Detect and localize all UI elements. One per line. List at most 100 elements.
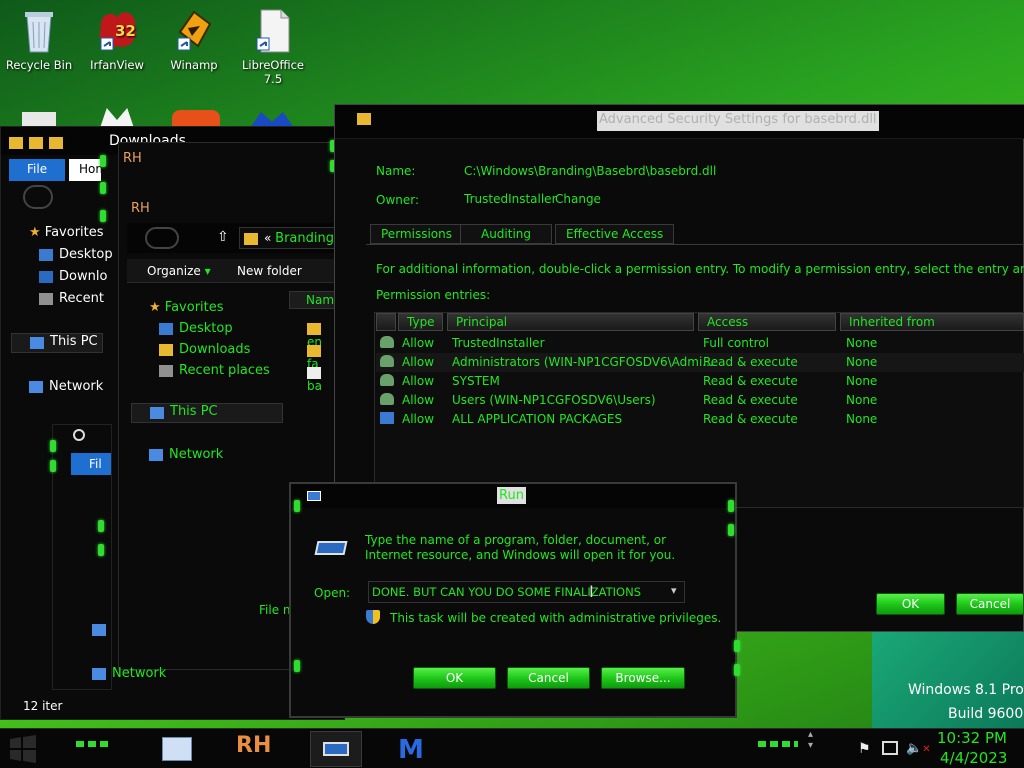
run-ok-button[interactable]: OK: [413, 667, 496, 689]
run-large-icon: [314, 541, 348, 555]
address-bar[interactable]: « Branding: [239, 227, 339, 249]
run-icon: [307, 491, 321, 501]
name-label: Name:: [376, 164, 416, 178]
control-panel-icon: [162, 737, 192, 761]
downloads-icon: [39, 270, 53, 283]
network-tray-icon[interactable]: [882, 741, 898, 755]
recent-places-icon: [159, 364, 173, 377]
run-browse-button[interactable]: Browse...: [601, 667, 685, 689]
network-icon: [29, 380, 43, 393]
volume-muted-icon[interactable]: 🔈✕: [906, 741, 931, 756]
desktop-icon: [39, 248, 53, 261]
taskbar-app-malwarebytes[interactable]: M: [394, 733, 434, 765]
chevron-down-icon[interactable]: ▾: [671, 584, 677, 597]
nav-desktop[interactable]: Desktop: [159, 321, 233, 336]
users-icon: [380, 374, 394, 386]
column-header-inherited[interactable]: Inherited from: [840, 313, 1024, 331]
tab-underline: [366, 244, 1024, 245]
info-text: For additional information, double-click…: [376, 262, 1024, 276]
app-packages-icon: [380, 412, 394, 424]
file-icon: [307, 366, 321, 379]
nav-this-pc[interactable]: This PC: [11, 333, 103, 353]
change-owner-link[interactable]: Change: [555, 192, 601, 206]
ribbon-tab-home[interactable]: Hom: [69, 159, 101, 181]
clock-date[interactable]: 4/4/2023: [940, 749, 1007, 767]
recent-places-icon: [39, 292, 53, 305]
permission-row[interactable]: Allow SYSTEM Read & execute None: [376, 372, 1024, 391]
nav-favorites[interactable]: ★ Favorites: [149, 300, 224, 315]
name-value: C:\Windows\Branding\Basebrd\basebrd.dll: [464, 164, 717, 178]
open-input[interactable]: DONE. BUT CAN YOU DO SOME FINALIZATIONS: [372, 585, 641, 599]
desktop-icon-libreoffice[interactable]: LibreOffice 7.5: [239, 6, 307, 86]
folder-icon: [307, 344, 321, 357]
taskbar-app-run[interactable]: [310, 731, 362, 767]
malwarebytes-icon: M: [398, 735, 424, 765]
tray-overflow-chevron-icon[interactable]: ▴ ▾: [808, 729, 813, 751]
security-cancel-button[interactable]: Cancel: [956, 593, 1024, 615]
open-combobox[interactable]: DONE. BUT CAN YOU DO SOME FINALIZATIONS …: [368, 581, 685, 603]
ribbon-tab-file[interactable]: File: [9, 159, 65, 181]
desktop-icon-winamp[interactable]: Winamp: [160, 6, 228, 72]
action-center-flag-icon[interactable]: ⚑: [858, 741, 871, 757]
nav-back-button[interactable]: [23, 185, 53, 209]
new-folder-button[interactable]: New folder: [237, 264, 302, 278]
irfanview-badge: 32: [115, 22, 136, 40]
permission-row[interactable]: Allow ALL APPLICATION PACKAGES Read & ex…: [376, 410, 1024, 429]
permission-row[interactable]: Allow TrustedInstaller Full control None: [376, 334, 1024, 353]
rh-app-label: RH: [236, 733, 272, 758]
taskbar-app-control-panel[interactable]: [158, 733, 198, 765]
folder-icon: [244, 232, 258, 245]
desktop-icon-label: Recycle Bin: [5, 58, 73, 72]
nav-recent-places[interactable]: Recent places: [159, 363, 270, 378]
status-item-count: 12 iter: [23, 699, 63, 713]
quick-access-icons[interactable]: [9, 135, 99, 149]
uac-shield-icon: [366, 610, 380, 624]
computer-icon: [92, 624, 106, 636]
column-header-access[interactable]: Access: [698, 313, 836, 331]
nav-favorites[interactable]: ★ Favorites: [29, 225, 104, 240]
nav-desktop[interactable]: Desktop: [39, 247, 113, 262]
nav-downloads[interactable]: Downloads: [159, 342, 250, 357]
nav-network[interactable]: Network: [149, 447, 223, 462]
star-icon: ★: [29, 225, 41, 240]
organize-menu[interactable]: Organize ▾: [147, 264, 211, 278]
nav-recent[interactable]: Recent: [39, 291, 104, 306]
window-title: Advanced Security Settings for basebrd.d…: [597, 111, 879, 131]
desktop-icon-label: Winamp: [170, 58, 218, 72]
up-arrow-icon[interactable]: ⇧: [217, 229, 229, 245]
nav-network[interactable]: Network: [29, 379, 103, 394]
permission-row[interactable]: Allow Users (WIN-NP1CGFOSDV6\Users) Read…: [376, 391, 1024, 410]
nav-downloads[interactable]: Downlo: [39, 269, 107, 284]
ribbon-tab-file[interactable]: Fil: [71, 453, 111, 475]
column-header-icon[interactable]: [376, 313, 396, 331]
run-description: Type the name of a program, folder, docu…: [365, 533, 676, 562]
file-row[interactable]: ba: [307, 365, 337, 393]
desktop-icon: [159, 322, 173, 335]
libreoffice-icon: [251, 6, 295, 54]
taskbar-app-rh[interactable]: RH: [236, 733, 280, 765]
column-header-principal[interactable]: Principal: [447, 313, 694, 331]
nav-back-button[interactable]: [145, 227, 179, 249]
tab-permissions[interactable]: Permissions: [370, 224, 463, 244]
column-header-name[interactable]: Name: [289, 291, 341, 309]
permission-entries-label: Permission entries:: [376, 288, 491, 302]
desktop-icon-irfanview[interactable]: 32 IrfanView: [83, 6, 151, 72]
folder-icon: [29, 136, 43, 149]
desktop-icon-recycle-bin[interactable]: Recycle Bin: [5, 6, 73, 72]
tab-effective-access[interactable]: Effective Access: [555, 224, 675, 244]
start-button[interactable]: [8, 735, 38, 763]
rh-logo: RH: [131, 201, 150, 216]
security-ok-button[interactable]: OK: [876, 593, 945, 615]
partial-desktop-icon: [100, 108, 134, 128]
permission-row[interactable]: Allow Administrators (WIN-NP1CGFOSDV6\Ad…: [376, 353, 1024, 372]
computer-icon: [30, 337, 44, 349]
run-cancel-button[interactable]: Cancel: [507, 667, 590, 689]
taskbar: RH M ▴ ▾ ⚑ 🔈✕ 10:32 PM 4/4/2023: [0, 728, 1024, 768]
network-item[interactable]: Network: [92, 666, 166, 681]
tab-auditing[interactable]: Auditing: [460, 224, 552, 244]
nav-this-pc[interactable]: This PC: [131, 403, 283, 423]
column-header-type[interactable]: Type: [398, 313, 443, 331]
clock-time[interactable]: 10:32 PM: [937, 729, 1007, 747]
owner-label: Owner:: [376, 193, 420, 207]
explorer-window-small[interactable]: Fil: [52, 424, 112, 690]
